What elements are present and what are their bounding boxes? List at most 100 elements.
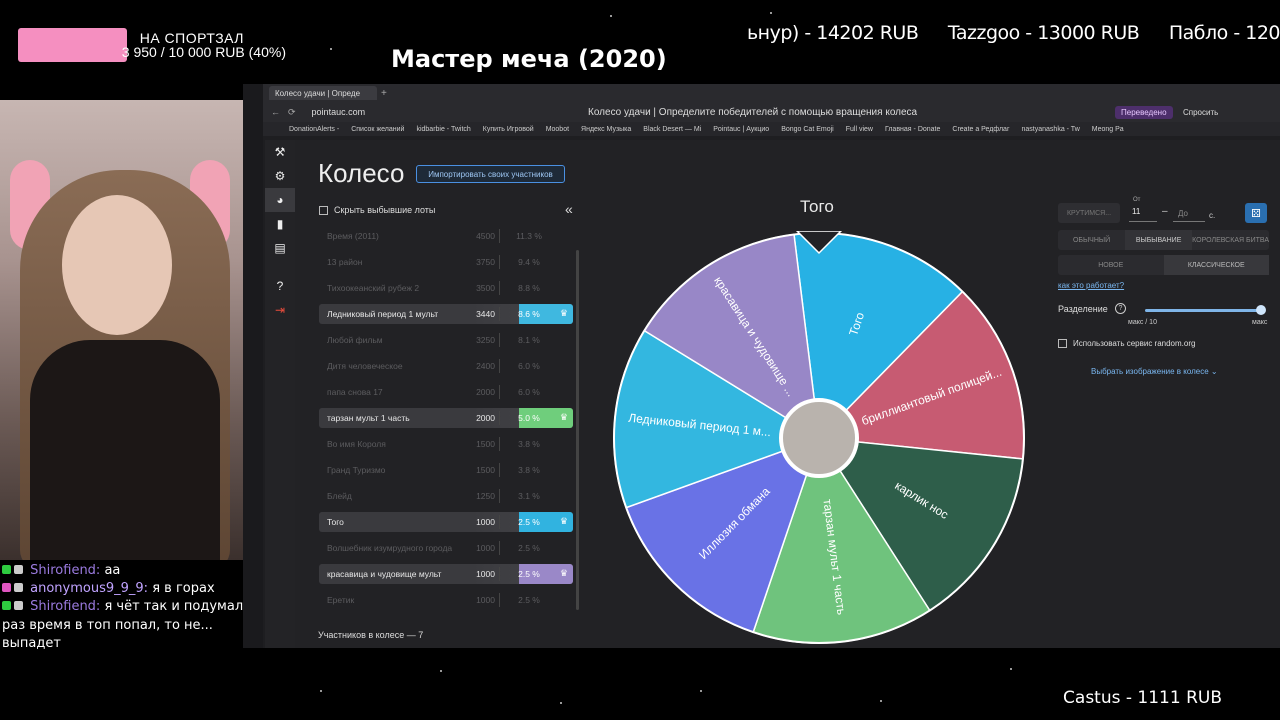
wheel-page: Колесо Импортировать своих участников Ск… bbox=[295, 140, 1280, 648]
wheel-center-image bbox=[779, 398, 859, 478]
bookmark-item[interactable]: Create a Редфлаг bbox=[952, 126, 1009, 133]
lot-name: Любой фильм bbox=[327, 335, 383, 345]
wheel-mode-selector: ОБЫЧНЫЙ ВЫБЫВАНИЕ КОРОЛЕВСКАЯ БИТВА bbox=[1058, 230, 1269, 250]
collapse-panel-icon[interactable]: « bbox=[565, 201, 573, 217]
lot-row[interactable]: Тихоокеанский рубеж 2 3500 8.8 % bbox=[319, 278, 573, 298]
lot-name: тарзан мульт 1 часть bbox=[327, 413, 410, 423]
bookmark-item[interactable]: Главная - Donate bbox=[885, 126, 940, 133]
lot-amount: 1000 bbox=[476, 569, 495, 579]
lot-trophy-icon[interactable]: ♛ bbox=[560, 516, 568, 527]
badge-icon bbox=[2, 565, 11, 574]
bookmark-item[interactable]: kidbarbie - Twitch bbox=[416, 126, 470, 133]
lot-trophy-icon[interactable]: ♛ bbox=[560, 568, 568, 579]
back-icon[interactable]: ← bbox=[271, 107, 280, 117]
bookmark-item[interactable]: Яндекс Музыка bbox=[581, 126, 631, 133]
wheel-icon[interactable]: ◕ bbox=[265, 188, 295, 212]
spin-button[interactable]: КРУТИМСЯ... bbox=[1058, 203, 1120, 223]
hide-removed-toggle[interactable]: Скрыть выбывшие лоты bbox=[319, 205, 435, 215]
chat-overlay: Shirofiend: aa anonymous9_9_9: я в горах… bbox=[0, 562, 250, 653]
lot-amount: 2400 bbox=[476, 361, 495, 371]
bookmark-item[interactable]: Список желаний bbox=[351, 126, 404, 133]
gear-icon[interactable]: ⚙ bbox=[265, 164, 295, 188]
random-org-checkbox[interactable] bbox=[1058, 339, 1067, 348]
chat-message: anonymous9_9_9: я в горах bbox=[0, 580, 250, 598]
bookmark-item[interactable]: Meong Pa bbox=[1092, 126, 1124, 133]
lot-amount: 1000 bbox=[476, 595, 495, 605]
lot-row[interactable]: Ледниковый период 1 мульт 3440 8.6 % ♛ bbox=[319, 304, 573, 324]
bookmark-item[interactable]: DonationAlerts - bbox=[289, 126, 339, 133]
lot-trophy-icon[interactable]: ♛ bbox=[560, 412, 568, 423]
movie-title: Мастер меча (2020) bbox=[391, 45, 667, 73]
to-seconds-input[interactable]: До bbox=[1173, 202, 1205, 222]
lot-row[interactable]: тарзан мульт 1 часть 2000 5.0 % ♛ bbox=[319, 408, 573, 428]
random-org-toggle[interactable]: Использовать сервис random.org bbox=[1058, 339, 1195, 348]
bookmark-item[interactable]: Bongo Cat Emoji bbox=[781, 126, 834, 133]
style-classic[interactable]: КЛАССИЧЕСКОЕ bbox=[1163, 255, 1269, 275]
split-slider-track[interactable] bbox=[1145, 309, 1261, 312]
slider-max-label: макс bbox=[1252, 319, 1268, 326]
logout-icon[interactable]: ⇥ bbox=[265, 298, 295, 322]
style-new[interactable]: НОВОЕ bbox=[1058, 255, 1164, 275]
prize-wheel[interactable]: Того бриллиантовый полицей... карлик нос та… bbox=[612, 230, 1026, 645]
url-field[interactable]: pointauc.com bbox=[312, 107, 366, 117]
lot-row[interactable]: Гранд Туризмо 1500 3.8 % bbox=[319, 460, 573, 480]
ask-button[interactable]: Спросить bbox=[1177, 106, 1224, 119]
lots-scrollbar[interactable] bbox=[576, 250, 579, 610]
stats-icon[interactable]: ▮ bbox=[265, 212, 295, 236]
lot-divider bbox=[499, 541, 500, 555]
reload-icon[interactable]: ⟳ bbox=[288, 107, 296, 118]
tab-active[interactable]: Колесо удачи | Опреде bbox=[269, 86, 377, 100]
lot-name: Блейд bbox=[327, 491, 352, 501]
lot-row[interactable]: Волшебник изумрудного города 1000 2.5 % bbox=[319, 538, 573, 558]
chat-message: Shirofiend: aa bbox=[0, 562, 250, 580]
browser-chrome: Колесо удачи | Опреде + ← ⟳ pointauc.com… bbox=[263, 84, 1280, 136]
lot-row[interactable]: Время (2011) 4500 11.3 % bbox=[319, 226, 573, 246]
lot-percent: 2.5 % bbox=[518, 569, 540, 579]
lot-percent: 8.1 % bbox=[518, 335, 540, 345]
lot-row[interactable]: Во имя Короля 1500 3.8 % bbox=[319, 434, 573, 454]
translated-badge[interactable]: Переведено bbox=[1115, 105, 1173, 119]
page-title-bar: Колесо удачи | Определите победителей с … bbox=[588, 106, 918, 118]
lot-amount: 1500 bbox=[476, 439, 495, 449]
bookmark-item[interactable]: Black Desert — Mi bbox=[643, 126, 701, 133]
lot-divider bbox=[499, 333, 500, 347]
lot-row[interactable]: Блейд 1250 3.1 % bbox=[319, 486, 573, 506]
lot-name: красавица и чудовище мульт bbox=[327, 569, 442, 579]
bookmark-item[interactable]: Купить Игровой bbox=[483, 126, 534, 133]
mode-normal[interactable]: ОБЫЧНЫЙ bbox=[1058, 230, 1125, 250]
lot-percent: 6.0 % bbox=[518, 387, 540, 397]
range-dash: – bbox=[1162, 206, 1168, 217]
lot-row[interactable]: Любой фильм 3250 8.1 % bbox=[319, 330, 573, 350]
hide-removed-checkbox[interactable] bbox=[319, 205, 328, 215]
mode-battle-royale[interactable]: КОРОЛЕВСКАЯ БИТВА bbox=[1192, 230, 1269, 250]
question-icon[interactable]: ? bbox=[1115, 303, 1126, 314]
lot-row[interactable]: Того 1000 2.5 % ♛ bbox=[319, 512, 573, 532]
bookmark-item[interactable]: Moobot bbox=[546, 126, 569, 133]
lot-row[interactable]: красавица и чудовище мульт 1000 2.5 % ♛ bbox=[319, 564, 573, 584]
lot-row[interactable]: папа снова 17 2000 6.0 % bbox=[319, 382, 573, 402]
lot-name: Дитя человеческое bbox=[327, 361, 403, 371]
choose-image-dropdown[interactable]: Выбрать изображение в колесе ⌄ bbox=[1091, 367, 1218, 376]
bookmarks-bar: DonationAlerts - Список желаний kidbarbie … bbox=[263, 122, 1280, 136]
help-icon[interactable]: ? bbox=[265, 274, 295, 298]
lot-name: Время (2011) bbox=[327, 231, 379, 241]
lot-row[interactable]: Дитя человеческое 2400 6.0 % bbox=[319, 356, 573, 376]
import-participants-button[interactable]: Импортировать своих участников bbox=[416, 165, 565, 183]
bookmark-item[interactable]: Full view bbox=[846, 126, 873, 133]
auction-hammer-icon[interactable]: ⚒ bbox=[265, 140, 295, 164]
wheel-winner-label: Того bbox=[800, 197, 834, 216]
from-seconds-input[interactable]: 11 bbox=[1129, 202, 1157, 222]
bookmark-item[interactable]: nastyanashka - Tw bbox=[1022, 126, 1080, 133]
mode-elimination[interactable]: ВЫБЫВАНИЕ bbox=[1125, 230, 1193, 250]
chat-message: Shirofiend: я чёт так и подумал, раз вре… bbox=[0, 598, 250, 653]
dice-icon[interactable]: ⚄ bbox=[1245, 203, 1267, 223]
lot-trophy-icon[interactable]: ♛ bbox=[560, 308, 568, 319]
lot-divider bbox=[499, 385, 500, 399]
bookmark-item[interactable]: Pointauc | Аукцио bbox=[713, 126, 769, 133]
how-it-works-link[interactable]: как это работает? bbox=[1058, 281, 1124, 290]
new-tab-icon[interactable]: + bbox=[381, 88, 387, 99]
lot-row[interactable]: Еретик 1000 2.5 % bbox=[319, 590, 573, 610]
lot-row[interactable]: 13 район 3750 9.4 % bbox=[319, 252, 573, 272]
history-icon[interactable]: ▤ bbox=[265, 236, 295, 260]
split-slider-handle[interactable] bbox=[1256, 305, 1266, 315]
